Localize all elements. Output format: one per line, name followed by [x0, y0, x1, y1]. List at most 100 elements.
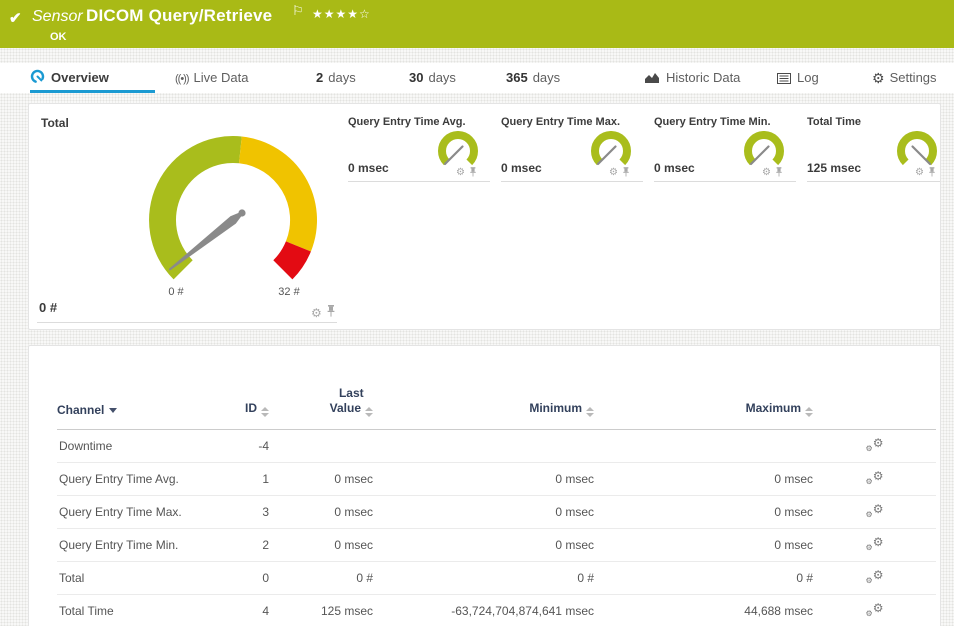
column-header-actions	[813, 376, 936, 429]
tab-label: days	[328, 70, 355, 85]
divider	[654, 181, 796, 182]
channel-minimum: 0 msec	[373, 528, 594, 561]
table-row: Query Entry Time Avg. 1 0 msec 0 msec 0 …	[57, 462, 936, 495]
table-row: Query Entry Time Min. 2 0 msec 0 msec 0 …	[57, 528, 936, 561]
channel-last-value: 125 msec	[269, 594, 373, 626]
channel-minimum	[373, 429, 594, 462]
priority-flag-icon[interactable]: ⚐	[292, 3, 304, 19]
mini-gauge-total-time: Total Time 125 msec ⚙	[807, 116, 941, 186]
channel-maximum: 0 #	[594, 561, 813, 594]
table-row: Downtime -4 ⚙⚙	[57, 429, 936, 462]
channel-settings-icon[interactable]: ⚙⚙	[866, 503, 884, 518]
channel-id: -4	[229, 429, 269, 462]
tab-number: 2	[316, 70, 323, 85]
divider	[348, 181, 490, 182]
channel-settings-icon[interactable]: ⚙⚙	[866, 569, 884, 584]
channel-last-value: 0 msec	[269, 495, 373, 528]
channel-maximum: 0 msec	[594, 528, 813, 561]
overview-gauges-panel: Total 0 # 32 # 0 # ⚙	[28, 103, 941, 330]
gauge-icon	[30, 65, 45, 94]
tab-log[interactable]: Log	[777, 63, 819, 93]
tab-settings[interactable]: ⚙Settings	[872, 63, 937, 93]
channel-maximum: 0 msec	[594, 462, 813, 495]
tab-label: Historic Data	[666, 70, 740, 85]
channel-maximum: 0 msec	[594, 495, 813, 528]
tab-30-days[interactable]: 30days	[409, 63, 456, 93]
gauge-actions[interactable]: ⚙	[762, 164, 783, 182]
tab-number: 365	[506, 70, 528, 85]
pin-icon[interactable]	[469, 164, 477, 182]
tab-2-days[interactable]: 2 days	[316, 63, 356, 93]
stars-filled[interactable]: ★★★★	[312, 7, 359, 21]
tab-number: 30	[409, 70, 423, 85]
gear-icon[interactable]: ⚙	[762, 167, 771, 179]
gauge-scale-max: 32 #	[267, 286, 311, 298]
column-header-id[interactable]: ID	[229, 376, 269, 429]
channel-id: 1	[229, 462, 269, 495]
divider	[501, 181, 643, 182]
header-label: ID	[245, 401, 257, 415]
sensor-title: DICOM Query/Retrieve	[86, 6, 272, 26]
channel-last-value: 0 #	[269, 561, 373, 594]
channel-settings-icon[interactable]: ⚙⚙	[866, 602, 884, 617]
historic-chart-icon	[645, 65, 660, 94]
main-gauge-value: 0 #	[39, 300, 57, 315]
tab-365-days[interactable]: 365 days	[506, 63, 560, 93]
tab-overview[interactable]: Overview	[30, 63, 155, 93]
channel-minimum: 0 msec	[373, 462, 594, 495]
column-header-channel[interactable]: Channel	[57, 376, 229, 429]
prtg-sensor-page: ✔ Sensor DICOM Query/Retrieve ⚐ ★★★★☆ OK…	[0, 0, 954, 626]
tab-label: days	[533, 70, 560, 85]
divider	[807, 181, 941, 182]
tab-label: Overview	[51, 70, 109, 85]
channel-id: 4	[229, 594, 269, 626]
mini-gauge-title: Total Time	[807, 116, 861, 128]
header-label: Maximum	[746, 401, 801, 415]
gauge-actions[interactable]: ⚙	[311, 304, 336, 322]
gear-icon[interactable]: ⚙	[915, 167, 924, 179]
header-label: Last	[339, 386, 364, 400]
sensor-status-banner: ✔ Sensor DICOM Query/Retrieve ⚐ ★★★★☆ OK	[0, 0, 954, 48]
gauge-actions[interactable]: ⚙	[456, 164, 477, 182]
channel-id: 3	[229, 495, 269, 528]
gauge-actions[interactable]: ⚙	[915, 164, 936, 182]
pin-icon[interactable]	[622, 164, 630, 182]
gear-icon[interactable]: ⚙	[456, 167, 465, 179]
tab-live-data[interactable]: ((•))Live Data	[175, 63, 248, 93]
live-data-icon: ((•))	[175, 73, 189, 85]
pin-icon[interactable]	[326, 304, 336, 322]
priority-stars[interactable]: ★★★★☆	[312, 7, 371, 21]
pin-icon[interactable]	[928, 164, 936, 182]
sort-icon	[261, 407, 269, 417]
sort-icon	[586, 407, 594, 417]
sort-icon	[805, 407, 813, 417]
gear-icon[interactable]: ⚙	[311, 307, 322, 319]
main-gauge-title: Total	[41, 116, 69, 130]
column-header-minimum[interactable]: Minimum	[373, 376, 594, 429]
channel-name: Total Time	[57, 594, 229, 626]
channel-last-value: 0 msec	[269, 462, 373, 495]
sort-desc-icon	[109, 408, 117, 413]
gear-icon[interactable]: ⚙	[609, 167, 618, 179]
channel-maximum: 44,688 msec	[594, 594, 813, 626]
star-empty[interactable]: ☆	[359, 7, 371, 21]
mini-gauge-value: 0 msec	[348, 161, 389, 175]
channel-settings-icon[interactable]: ⚙⚙	[866, 470, 884, 485]
channel-name: Query Entry Time Max.	[57, 495, 229, 528]
header-label: Value	[330, 401, 361, 415]
pin-icon[interactable]	[775, 164, 783, 182]
channel-settings-icon[interactable]: ⚙⚙	[866, 437, 884, 452]
mini-gauge-title: Query Entry Time Avg.	[348, 116, 466, 128]
column-header-last-value[interactable]: LastValue	[269, 376, 373, 429]
channel-maximum	[594, 429, 813, 462]
total-gauge	[138, 134, 328, 304]
status-badge: OK	[50, 31, 67, 43]
mini-gauge-title: Query Entry Time Min.	[654, 116, 771, 128]
channel-minimum: 0 #	[373, 561, 594, 594]
channel-settings-icon[interactable]: ⚙⚙	[866, 536, 884, 551]
column-header-maximum[interactable]: Maximum	[594, 376, 813, 429]
mini-gauge-query-entry-time-max: Query Entry Time Max. 0 msec ⚙	[501, 116, 646, 186]
tab-historic-data[interactable]: Historic Data	[645, 63, 740, 93]
gauge-actions[interactable]: ⚙	[609, 164, 630, 182]
gear-icon: ⚙	[872, 70, 885, 86]
